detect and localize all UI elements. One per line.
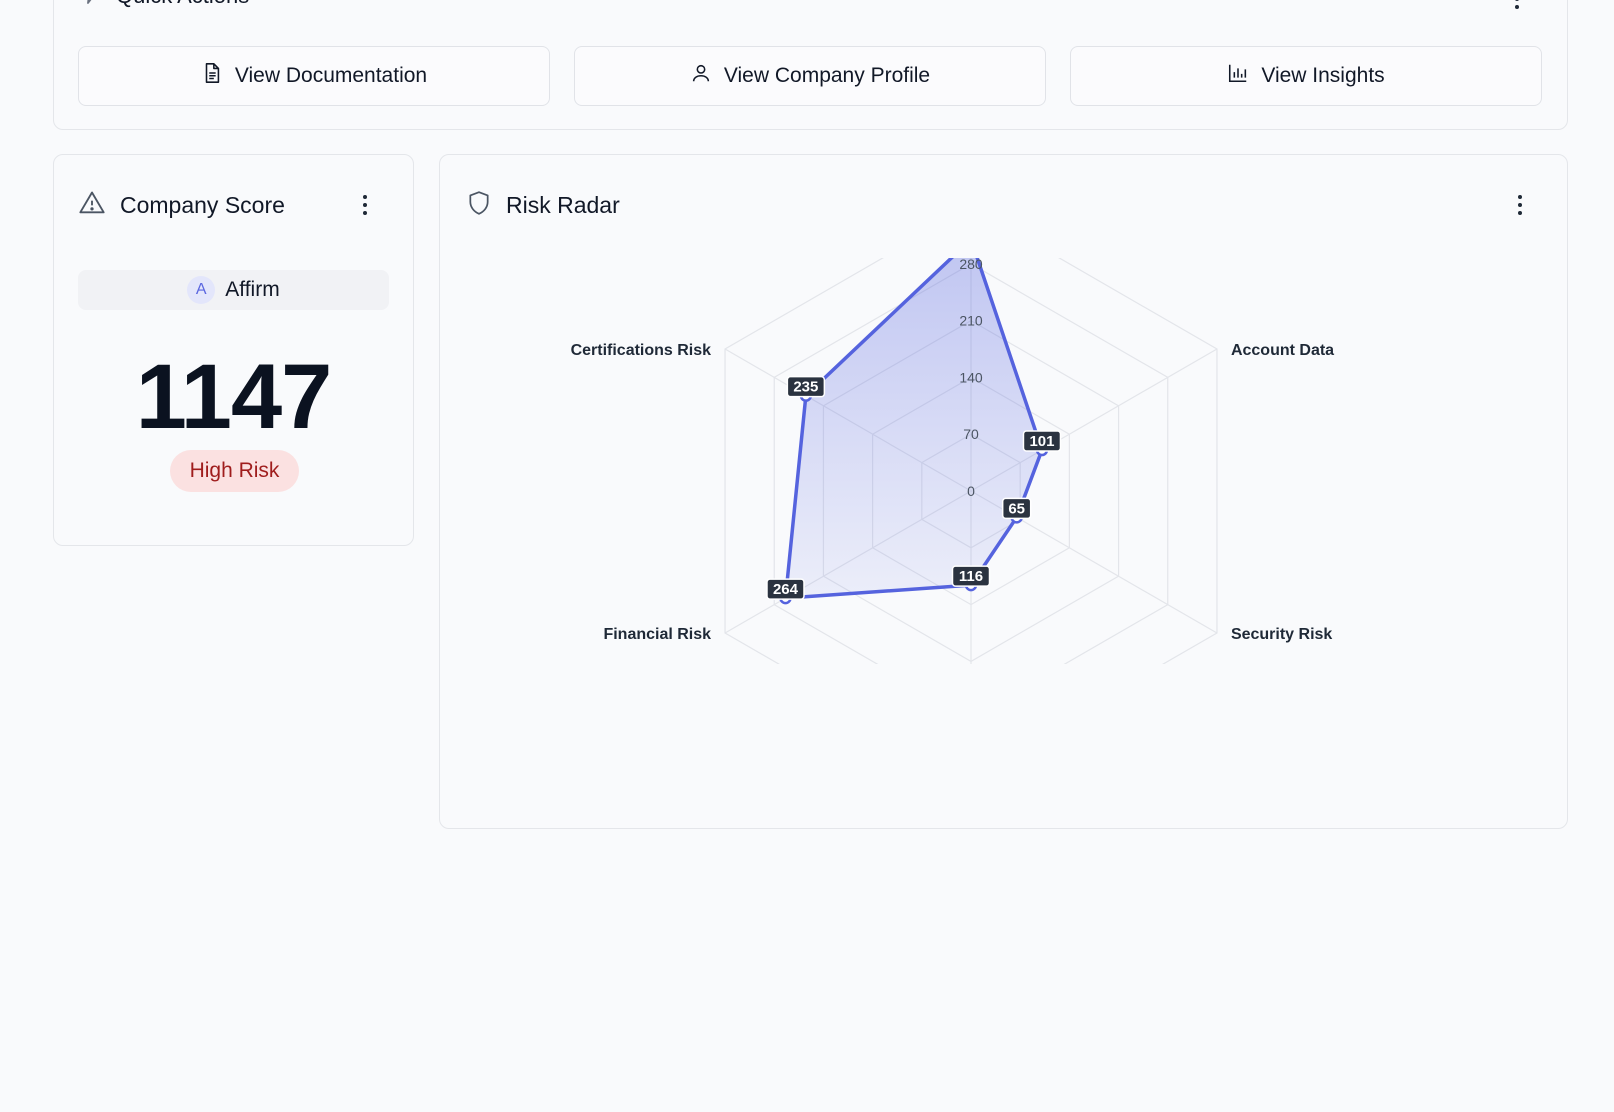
user-icon <box>690 62 712 90</box>
radar-value-label: 65 <box>1001 497 1032 520</box>
radar-value-label-text: 264 <box>773 581 799 598</box>
view-company-profile-label: View Company Profile <box>723 64 931 87</box>
lightning-icon <box>78 0 102 10</box>
quick-actions-menu-icon[interactable] <box>1511 0 1523 9</box>
radar-value-label-text: 235 <box>793 379 818 396</box>
bar-chart-icon <box>1227 62 1249 90</box>
company-score-card: Company Score A Affirm 1147 High Risk <box>53 154 414 546</box>
view-documentation-label: View Documentation <box>234 64 428 87</box>
radar-axis-label: Financial Risk <box>603 626 711 643</box>
risk-radar-chart: 0 70 140 210 280 101 65 116 264 235 Account Data S… <box>571 234 1334 664</box>
radar-value-label: 235 <box>786 375 826 398</box>
view-insights-label: View Insights <box>1261 64 1385 87</box>
company-name: Affirm <box>225 278 280 301</box>
radar-axis-label: Certifications Risk <box>571 342 712 359</box>
view-insights-button[interactable]: View Insights <box>1070 46 1542 106</box>
radar-value-label: 264 <box>766 578 805 600</box>
view-company-profile-button[interactable]: View Company Profile <box>574 46 1046 106</box>
radar-value-label-text: 116 <box>959 568 983 585</box>
radar-tick-label: 210 <box>959 313 983 329</box>
company-avatar: A <box>187 276 216 304</box>
radar-tick-label: 0 <box>967 483 975 499</box>
radar-value-label-text: 65 <box>1008 500 1025 517</box>
radar-series-area <box>783 258 1044 600</box>
radar-tick-label: 70 <box>963 426 979 442</box>
company-score-header: Company Score <box>78 189 285 222</box>
radar-axis-label: Account Data <box>1231 342 1334 359</box>
risk-level-badge: High Risk <box>170 450 299 492</box>
company-score-title: Company Score <box>120 192 285 218</box>
company-score-value: 1147 <box>135 346 333 448</box>
warning-icon <box>78 189 106 222</box>
view-documentation-button[interactable]: View Documentation <box>78 46 550 106</box>
quick-actions-header: Quick Actions <box>78 0 249 10</box>
risk-radar-card: Risk Radar 0 70 140 210 280 101 65 116 264 235 Ac… <box>439 154 1568 829</box>
radar-tick-label: 280 <box>959 256 983 272</box>
document-icon <box>201 62 223 90</box>
company-selector[interactable]: A Affirm <box>78 270 389 310</box>
radar-axis-label: Security Risk <box>1231 626 1332 643</box>
radar-value-label-text: 101 <box>1029 433 1054 450</box>
company-score-menu-icon[interactable] <box>359 195 371 215</box>
quick-actions-title: Quick Actions <box>116 0 249 9</box>
quick-actions-card: Quick Actions View Documentation View Co… <box>53 0 1568 130</box>
radar-tick-label: 140 <box>959 369 983 385</box>
radar-data-point <box>966 234 976 244</box>
radar-value-label: 101 <box>1022 430 1062 452</box>
radar-value-label: 116 <box>951 565 991 587</box>
